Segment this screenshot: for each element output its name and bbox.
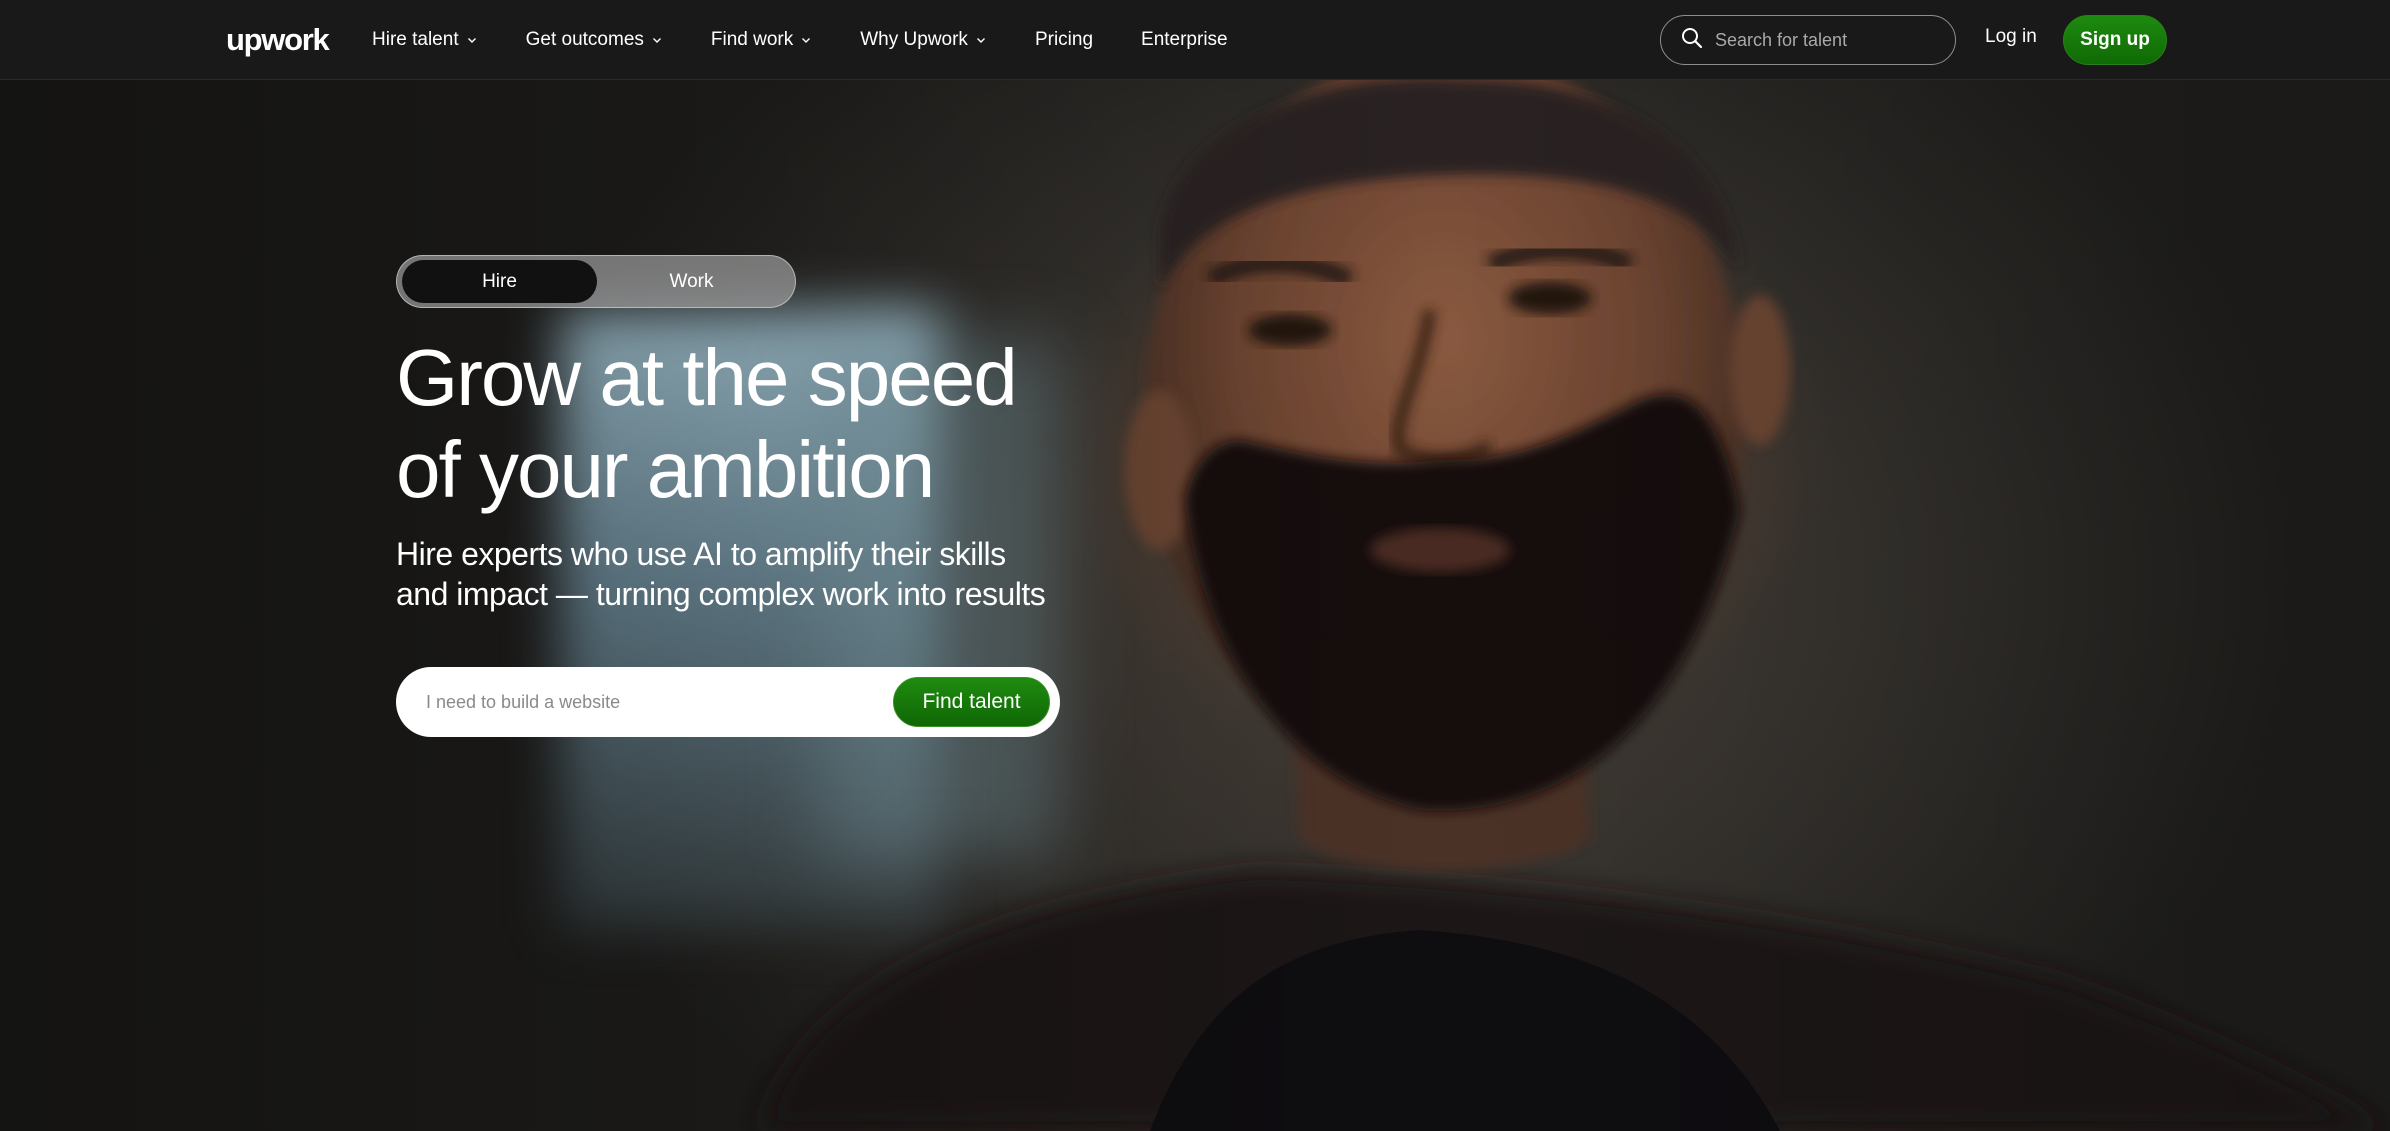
nav-item-label: Get outcomes	[525, 29, 644, 50]
find-talent-button[interactable]: Find talent	[893, 677, 1050, 727]
hero-search-bar: Find talent	[396, 667, 1060, 737]
chevron-down-icon	[975, 34, 987, 46]
nav-item-hire-talent[interactable]: Hire talent	[372, 29, 478, 51]
chevron-down-icon	[651, 34, 663, 46]
nav-item-label: Find work	[710, 29, 794, 50]
nav-item-enterprise[interactable]: Enterprise	[1141, 29, 1228, 51]
hero-section: Hire Work Grow at the speed of your ambi…	[0, 80, 2390, 1131]
toggle-option-hire[interactable]: Hire	[402, 260, 597, 303]
nav-item-label: Enterprise	[1141, 29, 1228, 50]
project-search-input[interactable]	[426, 691, 866, 713]
headline-line: of your ambition	[396, 425, 935, 514]
login-link[interactable]: Log in	[1985, 26, 2037, 48]
hero-headline: Grow at the speed of your ambition	[396, 332, 1156, 516]
nav-item-label: Why Upwork	[860, 29, 968, 50]
toggle-option-work[interactable]: Work	[594, 260, 789, 303]
top-navigation-bar: upwork Hire talent Get outcomes Find wor…	[0, 0, 2390, 80]
nav-item-get-outcomes[interactable]: Get outcomes	[526, 29, 663, 51]
search-input[interactable]	[1715, 29, 1935, 51]
hero-subheadline: Hire experts who use AI to amplify their…	[396, 534, 1076, 614]
talent-search-box[interactable]	[1660, 15, 1956, 65]
chevron-down-icon	[800, 34, 812, 46]
nav-item-why-upwork[interactable]: Why Upwork	[860, 29, 987, 51]
chevron-down-icon	[466, 34, 478, 46]
hero-overlay	[0, 80, 2390, 1131]
signup-button[interactable]: Sign up	[2063, 15, 2167, 65]
nav-item-label: Hire talent	[372, 29, 459, 50]
hire-work-toggle[interactable]: Hire Work	[396, 255, 796, 308]
main-nav: Hire talent Get outcomes Find work Why U…	[372, 0, 1228, 80]
nav-item-label: Pricing	[1034, 29, 1094, 50]
headline-line: Grow at the speed	[396, 333, 1018, 422]
subheadline-line: and impact — turning complex work into r…	[396, 576, 1046, 612]
nav-item-pricing[interactable]: Pricing	[1035, 29, 1093, 51]
search-icon	[1681, 27, 1703, 54]
nav-item-find-work[interactable]: Find work	[711, 29, 812, 51]
subheadline-line: Hire experts who use AI to amplify their…	[396, 536, 1006, 572]
upwork-logo[interactable]: upwork	[226, 20, 330, 60]
